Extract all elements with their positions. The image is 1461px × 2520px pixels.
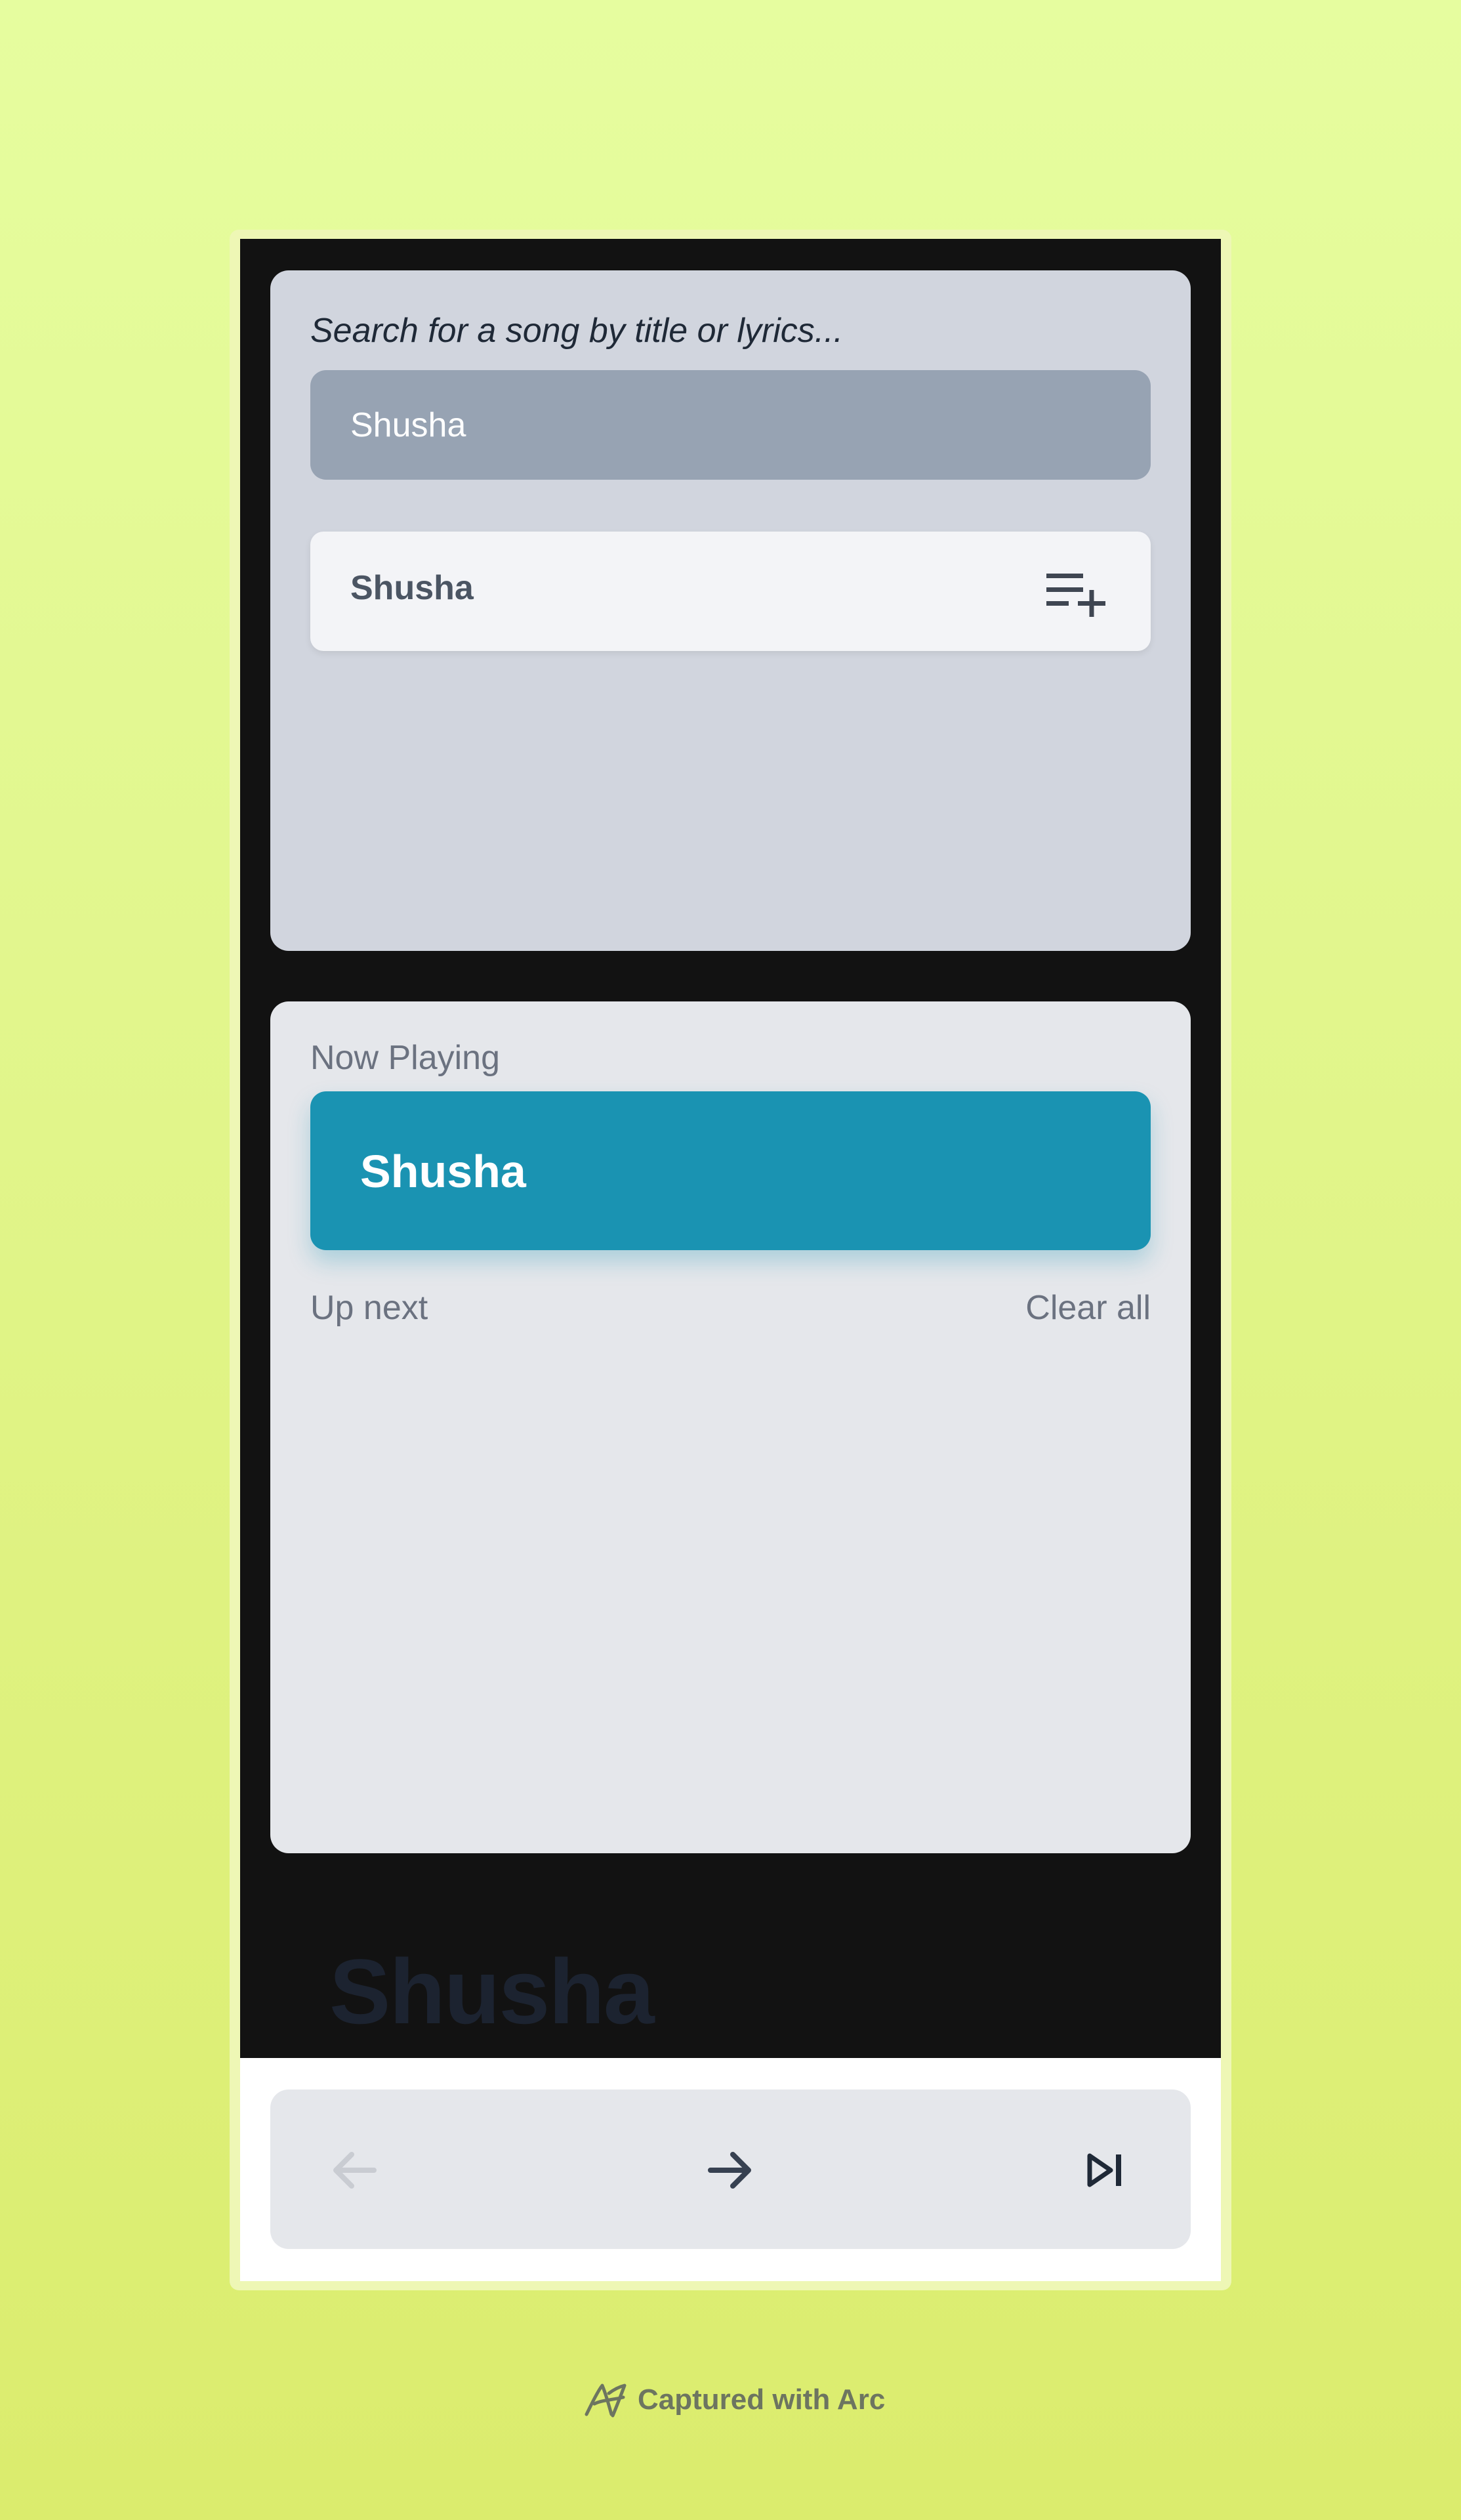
previous-button[interactable] bbox=[325, 2141, 384, 2200]
playback-controls bbox=[270, 2090, 1191, 2249]
footer-text: Captured with Arc bbox=[638, 2384, 886, 2416]
search-input[interactable] bbox=[310, 370, 1151, 480]
search-result-title: Shusha bbox=[350, 569, 474, 607]
queue-panel: Now Playing Shusha Up next Clear all bbox=[270, 1001, 1191, 1853]
skip-button[interactable] bbox=[1076, 2141, 1135, 2200]
skip-next-icon bbox=[1087, 2153, 1121, 2187]
main-content-area: Search for a song by title or lyrics... … bbox=[240, 239, 1221, 2058]
now-playing-card[interactable]: Shusha bbox=[310, 1091, 1151, 1250]
search-result-item[interactable]: Shusha bbox=[310, 532, 1151, 651]
arrow-left-icon bbox=[333, 2152, 377, 2189]
search-panel: Search for a song by title or lyrics... … bbox=[270, 270, 1191, 951]
footer-capture-note: Captured with Arc bbox=[583, 2377, 885, 2423]
search-label: Search for a song by title or lyrics... bbox=[310, 312, 844, 350]
up-next-label: Up next bbox=[310, 1289, 428, 1327]
playlist-add-icon[interactable] bbox=[1046, 570, 1105, 617]
backdrop-song-title: Shusha bbox=[329, 1940, 655, 2043]
arc-logo-icon bbox=[585, 2384, 627, 2418]
now-playing-title: Shusha bbox=[360, 1146, 526, 1197]
next-button[interactable] bbox=[701, 2141, 760, 2200]
now-playing-label: Now Playing bbox=[310, 1039, 501, 1077]
arrow-right-icon bbox=[708, 2152, 751, 2189]
clear-all-button[interactable]: Clear all bbox=[1025, 1288, 1151, 1328]
app-window: Search for a song by title or lyrics... … bbox=[240, 239, 1221, 2281]
